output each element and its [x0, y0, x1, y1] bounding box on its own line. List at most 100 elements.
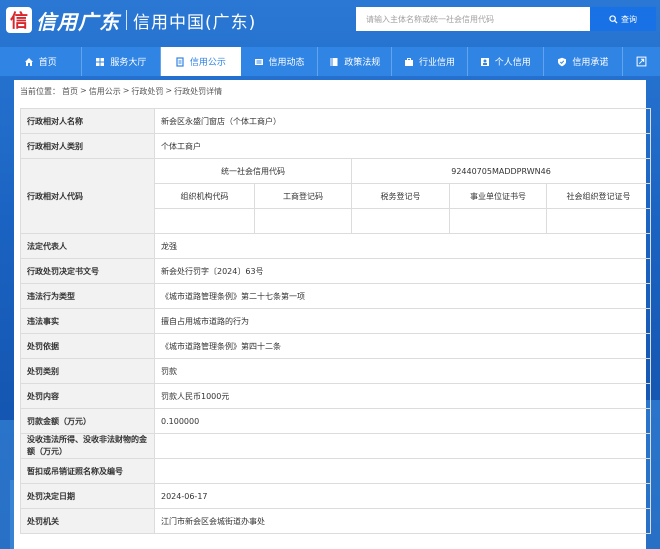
decision-no-value: 新会处行罚字〔2024〕63号: [153, 258, 652, 284]
site-logo[interactable]: 信 信用广东 信用中国(广东): [6, 0, 256, 40]
confiscated-value: [153, 433, 652, 459]
table-row: 违法事实 擅自占用城市道路的行为: [20, 308, 652, 334]
breadcrumb-admin-penalty[interactable]: 行政处罚: [131, 86, 163, 97]
business-reg-value: [254, 208, 352, 234]
breadcrumb-separator: >: [80, 86, 87, 95]
nav-item-credit-news[interactable]: 信用动态: [241, 47, 319, 76]
amount-value: 0.100000: [153, 408, 652, 434]
nav-item-label: 行业信用: [418, 58, 455, 68]
breadcrumb: 当前位置： 首页 > 信用公示 > 行政处罚 > 行政处罚详情: [20, 86, 222, 97]
nav-expand-button[interactable]: [623, 47, 660, 76]
shield-icon: [558, 57, 567, 66]
nav-item-industry-credit[interactable]: 行业信用: [392, 47, 468, 76]
nav-item-policy[interactable]: 政策法规: [318, 47, 393, 76]
expand-icon: [636, 56, 647, 67]
search-button[interactable]: 查询: [590, 7, 656, 31]
content-label: 处罚内容: [20, 383, 155, 409]
nav-item-service-hall[interactable]: 服务大厅: [82, 47, 162, 76]
table-row: 处罚决定日期 2024-06-17: [20, 483, 652, 509]
penalty-detail-table: 行政相对人名称 新会区永盛门窗店（个体工商户） 行政相对人类别 个体工商户 行政…: [20, 108, 652, 534]
search-bar: 查询: [356, 7, 656, 31]
search-icon: [609, 14, 618, 24]
nav-item-label: 政策法规: [344, 58, 381, 68]
authority-value: 江门市新会区会城街道办事处: [153, 508, 652, 534]
search-button-label: 查询: [621, 14, 637, 24]
license-value: [153, 458, 652, 484]
table-row: 违法行为类型 《城市道路管理条例》第二十七条第一项: [20, 283, 652, 309]
tax-reg-value: [351, 208, 450, 234]
main-nav: 首页 服务大厅 信用公示 信用动态 政策法规 行业信用 个人信用 信用承诺: [0, 47, 660, 76]
nav-item-label: 服务大厅: [110, 58, 147, 68]
table-row: 暂扣或吊销证照名称及编号: [20, 458, 652, 484]
license-label: 暂扣或吊销证照名称及编号: [20, 458, 155, 484]
date-value: 2024-06-17: [153, 483, 652, 509]
legal-rep-value: 龙强: [153, 233, 652, 259]
violation-type-label: 违法行为类型: [20, 283, 155, 309]
content-panel: 当前位置： 首页 > 信用公示 > 行政处罚 > 行政处罚详情 行政相对人名称 …: [14, 80, 652, 549]
nav-item-label: 个人信用: [494, 58, 531, 68]
breadcrumb-home[interactable]: 首页: [62, 86, 78, 97]
org-code-value: [154, 208, 255, 234]
person-icon: [480, 57, 489, 66]
logo-script-text: 信用广东: [36, 9, 120, 34]
type-label: 行政相对人类别: [20, 133, 155, 159]
logo-divider: [126, 10, 127, 30]
social-org-value: [545, 208, 652, 234]
table-row: 没收违法所得、没收非法财物的金额（万元）: [20, 433, 652, 459]
document-icon: [176, 56, 184, 67]
table-row: 罚款金额（万元） 0.100000: [20, 408, 652, 434]
institution-cert-value: [449, 208, 547, 234]
category-value: 罚款: [153, 358, 652, 384]
breadcrumb-separator: >: [165, 86, 173, 95]
violation-type-value: 《城市道路管理条例》第二十七条第一项: [153, 283, 652, 309]
home-icon: [24, 57, 33, 66]
book-icon: [330, 57, 338, 66]
table-row: 处罚机关 江门市新会区会城街道办事处: [20, 508, 652, 534]
grid-icon: [96, 57, 105, 66]
nav-item-label: 信用动态: [268, 58, 305, 68]
basis-label: 处罚依据: [20, 333, 155, 359]
confiscated-label: 没收违法所得、没收非法财物的金额（万元）: [20, 433, 155, 459]
breadcrumb-credit-publicity[interactable]: 信用公示: [89, 86, 121, 97]
org-code-header: 组织机构代码: [154, 183, 255, 209]
content-value: 罚款人民币1000元: [153, 383, 652, 409]
business-reg-header: 工商登记码: [254, 183, 352, 209]
table-row: 行政相对人名称 新会区永盛门窗店（个体工商户）: [20, 108, 652, 134]
legal-rep-label: 法定代表人: [20, 233, 155, 259]
table-row: 行政相对人代码 统一社会信用代码 92440705MADDPRWN46: [20, 158, 652, 234]
institution-cert-header: 事业单位证书号: [449, 183, 547, 209]
breadcrumb-separator: >: [122, 86, 130, 95]
decision-no-label: 行政处罚决定书文号: [20, 258, 155, 284]
facts-value: 擅自占用城市道路的行为: [153, 308, 652, 334]
nav-item-personal-credit[interactable]: 个人信用: [468, 47, 544, 76]
table-row: 法定代表人 龙强: [20, 233, 652, 259]
site-header: 信 信用广东 信用中国(广东) 查询: [0, 0, 660, 40]
table-row: 处罚类别 罚款: [20, 358, 652, 384]
site-title: 信用中国(广东): [133, 12, 257, 33]
uscc-label: 统一社会信用代码: [154, 158, 352, 184]
amount-label: 罚款金额（万元）: [20, 408, 155, 434]
table-row: 行政相对人类别 个体工商户: [20, 133, 652, 159]
breadcrumb-prefix: 当前位置：: [20, 87, 60, 96]
name-label: 行政相对人名称: [20, 108, 155, 134]
nav-item-label: 首页: [38, 58, 57, 68]
nav-item-label: 信用公示: [189, 58, 226, 68]
nav-item-credit-publicity[interactable]: 信用公示: [161, 47, 241, 76]
news-icon: [254, 58, 263, 65]
table-row: 行政处罚决定书文号 新会处行罚字〔2024〕63号: [20, 258, 652, 284]
date-label: 处罚决定日期: [20, 483, 155, 509]
basis-value: 《城市道路管理条例》第四十二条: [153, 333, 652, 359]
type-value: 个体工商户: [153, 133, 652, 159]
uscc-value: 92440705MADDPRWN46: [350, 158, 652, 184]
facts-label: 违法事实: [20, 308, 155, 334]
social-org-header: 社会组织登记证号: [545, 183, 652, 209]
name-value: 新会区永盛门窗店（个体工商户）: [153, 108, 652, 134]
authority-label: 处罚机关: [20, 508, 155, 534]
briefcase-icon: [404, 57, 413, 66]
nav-item-home[interactable]: 首页: [0, 47, 82, 76]
search-input[interactable]: [356, 7, 590, 31]
tax-reg-header: 税务登记号: [351, 183, 450, 209]
table-row: 处罚内容 罚款人民币1000元: [20, 383, 652, 409]
category-label: 处罚类别: [20, 358, 155, 384]
nav-item-credit-commitment[interactable]: 信用承诺: [544, 47, 624, 76]
